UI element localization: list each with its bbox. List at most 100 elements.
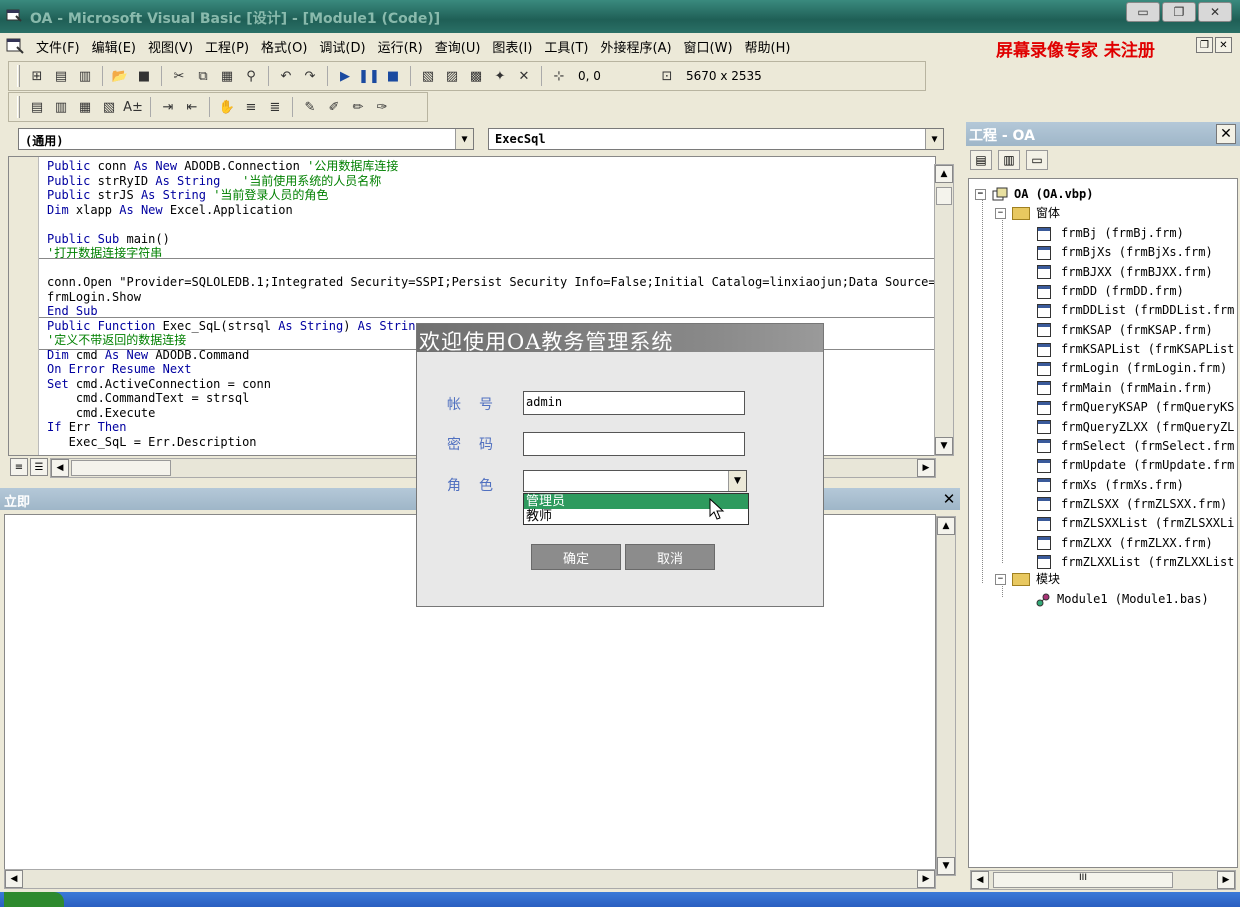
tree-module-item[interactable]: Module1 (Module1.bas)	[1035, 590, 1209, 609]
next-bookmark-icon[interactable]: ✐	[323, 96, 345, 118]
project-explorer-icon[interactable]: ▧	[417, 65, 439, 87]
add-project-icon[interactable]: ⊞	[26, 65, 48, 87]
toolbar-grip[interactable]	[17, 65, 20, 87]
pause-icon[interactable]: ❚❚	[358, 65, 380, 87]
toolbar-grip[interactable]	[17, 96, 20, 118]
tree-form-item[interactable]: frmQueryKSAP (frmQueryKS	[1037, 398, 1234, 417]
tree-form-item[interactable]: frmBJXX (frmBJXX.frm)	[1037, 263, 1213, 282]
code-margin[interactable]	[9, 157, 39, 455]
tree-form-item[interactable]: frmZLXX (frmZLXX.frm)	[1037, 534, 1213, 553]
mdi-close-button[interactable]: ✕	[1215, 37, 1232, 53]
menu-help[interactable]: 帮助(H)	[739, 37, 797, 56]
menu-query[interactable]: 查询(U)	[429, 37, 487, 56]
view-object-icon[interactable]: ▥	[998, 150, 1020, 170]
collapse-icon[interactable]: −	[995, 574, 1006, 585]
scroll-up-icon[interactable]: ▲	[937, 517, 955, 535]
minimize-button[interactable]: ▭	[1126, 2, 1160, 22]
immediate-vertical-scrollbar[interactable]: ▲ ▼	[936, 516, 956, 876]
indent-icon[interactable]: ⇥	[157, 96, 179, 118]
menu-project[interactable]: 工程(P)	[199, 37, 255, 56]
menu-window[interactable]: 窗口(W)	[678, 37, 739, 56]
tree-form-item[interactable]: frmDD (frmDD.frm)	[1037, 282, 1184, 301]
tree-project-node[interactable]: − OA (OA.vbp)	[975, 185, 1093, 204]
run-icon[interactable]: ▶	[334, 65, 356, 87]
stop-icon[interactable]: ■	[382, 65, 404, 87]
parameter-info-icon[interactable]: ▧	[98, 96, 120, 118]
copy-icon[interactable]: ⧉	[192, 65, 214, 87]
list-constants-icon[interactable]: ▥	[50, 96, 72, 118]
clear-bookmarks-icon[interactable]: ✑	[371, 96, 393, 118]
procedure-view-icon[interactable]: ≡	[10, 458, 28, 476]
toggle-breakpoint-icon[interactable]: ✋	[216, 96, 238, 118]
toggle-folders-icon[interactable]: ▭	[1026, 150, 1048, 170]
cancel-button[interactable]: 取消	[625, 544, 715, 570]
tree-form-item[interactable]: frmZLSXX (frmZLSXX.frm)	[1037, 495, 1227, 514]
tree-form-item[interactable]: frmKSAPList (frmKSAPList	[1037, 340, 1234, 359]
ok-button[interactable]: 确定	[531, 544, 621, 570]
previous-bookmark-icon[interactable]: ✏	[347, 96, 369, 118]
immediate-horizontal-scrollbar[interactable]: ◀ ▶	[4, 869, 936, 889]
scroll-thumb[interactable]	[71, 460, 171, 476]
cut-icon[interactable]: ✂	[168, 65, 190, 87]
complete-word-icon[interactable]: A±	[122, 96, 144, 118]
quick-info-icon[interactable]: ▦	[74, 96, 96, 118]
list-properties-icon[interactable]: ▤	[26, 96, 48, 118]
form-layout-icon[interactable]: ▩	[465, 65, 487, 87]
scroll-right-icon[interactable]: ▶	[1217, 871, 1235, 889]
uncomment-block-icon[interactable]: ≣	[264, 96, 286, 118]
menu-view[interactable]: 视图(V)	[142, 37, 199, 56]
mdi-restore-button[interactable]: ❐	[1196, 37, 1213, 53]
tree-form-item[interactable]: frmBjXs (frmBjXs.frm)	[1037, 243, 1213, 262]
start-button[interactable]	[4, 892, 64, 907]
open-folder-icon[interactable]: 📂	[109, 65, 131, 87]
password-field[interactable]	[523, 432, 745, 456]
project-tree[interactable]: − OA (OA.vbp) − 窗体 frmBj (frmBj.frm) frmB…	[968, 178, 1238, 868]
scroll-left-icon[interactable]: ◀	[51, 459, 69, 477]
scroll-left-icon[interactable]: ◀	[971, 871, 989, 889]
tree-form-item[interactable]: frmBj (frmBj.frm)	[1037, 224, 1184, 243]
vb-app-icon[interactable]	[6, 7, 22, 23]
properties-icon[interactable]: ▨	[441, 65, 463, 87]
scroll-left-icon[interactable]: ◀	[5, 870, 23, 888]
restore-button[interactable]: ❐	[1162, 2, 1196, 22]
scroll-up-icon[interactable]: ▲	[935, 165, 953, 183]
tree-form-item[interactable]: frmMain (frmMain.frm)	[1037, 379, 1213, 398]
menu-run[interactable]: 运行(R)	[372, 37, 429, 56]
account-field[interactable]: admin	[523, 391, 745, 415]
scroll-right-icon[interactable]: ▶	[917, 459, 935, 477]
find-icon[interactable]: ⚲	[240, 65, 262, 87]
procedure-combo[interactable]: ExecSql ▼	[488, 128, 944, 150]
code-window-icon[interactable]	[6, 38, 24, 54]
add-form-icon[interactable]: ▤	[50, 65, 72, 87]
close-icon[interactable]: ✕	[1216, 124, 1236, 144]
menu-debug[interactable]: 调试(D)	[313, 37, 371, 56]
scroll-down-icon[interactable]: ▼	[935, 437, 953, 455]
tree-form-item[interactable]: frmUpdate (frmUpdate.frm	[1037, 456, 1234, 475]
close-button[interactable]: ✕	[1198, 2, 1232, 22]
menu-tools[interactable]: 工具(T)	[538, 37, 594, 56]
chevron-down-icon[interactable]: ▼	[925, 129, 943, 149]
menu-editor-icon[interactable]: ▥	[74, 65, 96, 87]
outdent-icon[interactable]: ⇤	[181, 96, 203, 118]
tree-form-item[interactable]: frmSelect (frmSelect.frm	[1037, 437, 1234, 456]
undo-icon[interactable]: ↶	[275, 65, 297, 87]
comment-block-icon[interactable]: ≡	[240, 96, 262, 118]
paste-icon[interactable]: ▦	[216, 65, 238, 87]
tree-form-item[interactable]: frmXs (frmXs.frm)	[1037, 476, 1184, 495]
close-icon[interactable]: ✕	[940, 490, 958, 508]
scroll-thumb[interactable]: III	[993, 872, 1173, 888]
tree-form-item[interactable]: frmKSAP (frmKSAP.frm)	[1037, 321, 1213, 340]
menu-diagram[interactable]: 图表(I)	[486, 37, 538, 56]
redo-icon[interactable]: ↷	[299, 65, 321, 87]
object-browser-icon[interactable]: ✦	[489, 65, 511, 87]
save-icon[interactable]: ■	[133, 65, 155, 87]
menu-edit[interactable]: 编辑(E)	[86, 37, 142, 56]
tree-form-item[interactable]: frmQueryZLXX (frmQueryZL	[1037, 418, 1234, 437]
tree-form-item[interactable]: frmZLXXList (frmZLXXList	[1037, 553, 1234, 572]
full-module-view-icon[interactable]: ☰	[30, 458, 48, 476]
chevron-down-icon[interactable]: ▼	[728, 471, 746, 491]
tree-form-item[interactable]: frmLogin (frmLogin.frm)	[1037, 359, 1227, 378]
tree-form-item[interactable]: frmZLSXXList (frmZLSXXLi	[1037, 514, 1234, 533]
menu-format[interactable]: 格式(O)	[255, 37, 313, 56]
toolbox-icon[interactable]: ✕	[513, 65, 535, 87]
